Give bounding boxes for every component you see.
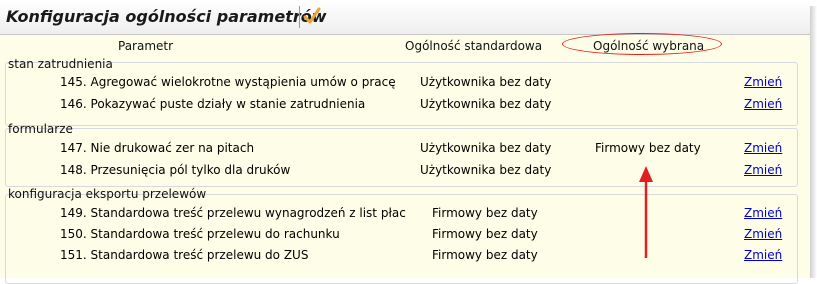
param-name: 147. Nie drukować zer na pitach — [60, 141, 255, 155]
title-bar: Konfiguracja ogólności parametrów — [0, 0, 810, 35]
group-label: formularze — [8, 122, 73, 136]
table-row: 149. Standardowa treść przelewu wynagrod… — [0, 203, 810, 223]
column-header-standard: Ogólność standardowa — [405, 39, 543, 53]
standard-value: Firmowy bez daty — [432, 227, 538, 241]
param-name: 150. Standardowa treść przelewu do rachu… — [60, 227, 340, 241]
table-row: 147. Nie drukować zer na pitach Użytkown… — [0, 138, 810, 158]
bottom-fade — [420, 262, 550, 278]
table-row: 148. Przesunięcia pól tylko dla druków U… — [0, 160, 810, 180]
standard-value: Firmowy bez daty — [432, 206, 538, 220]
change-link[interactable]: Zmień — [744, 75, 782, 89]
change-link[interactable]: Zmień — [744, 97, 782, 111]
standard-value: Użytkownika bez daty — [420, 163, 552, 177]
param-name: 148. Przesunięcia pól tylko dla druków — [60, 163, 291, 177]
table-row: 151. Standardowa treść przelewu do ZUS F… — [0, 245, 810, 265]
standard-value: Użytkownika bez daty — [420, 75, 552, 89]
param-name: 151. Standardowa treść przelewu do ZUS — [60, 248, 309, 262]
change-link[interactable]: Zmień — [744, 141, 782, 155]
check-icon[interactable] — [303, 6, 321, 26]
change-link[interactable]: Zmień — [744, 163, 782, 177]
change-link[interactable]: Zmień — [744, 248, 782, 262]
change-link[interactable]: Zmień — [744, 227, 782, 241]
highlight-ellipse — [562, 33, 722, 55]
param-name: 146. Pokazywać puste działy w stanie zat… — [60, 97, 366, 111]
table-row: 146. Pokazywać puste działy w stanie zat… — [0, 94, 810, 114]
group-label: konfiguracja eksportu przelewów — [8, 187, 207, 201]
standard-value: Użytkownika bez daty — [420, 97, 552, 111]
param-name: 149. Standardowa treść przelewu wynagrod… — [60, 206, 406, 220]
table-row: 150. Standardowa treść przelewu do rachu… — [0, 224, 810, 244]
column-header-param: Parametr — [118, 39, 174, 53]
table-row: 145. Agregować wielokrotne wystąpienia u… — [0, 72, 810, 92]
parameter-list: Parametr Ogólność standardowa Ogólność w… — [0, 35, 810, 284]
title-separator — [299, 6, 300, 28]
annotation-arrow — [639, 166, 653, 258]
window-shadow — [810, 6, 817, 278]
group-label: stan zatrudnienia — [8, 57, 113, 71]
standard-value: Użytkownika bez daty — [420, 141, 552, 155]
selected-value: Firmowy bez daty — [595, 141, 701, 155]
change-link[interactable]: Zmień — [744, 206, 782, 220]
window-title: Konfiguracja ogólności parametrów — [6, 7, 327, 26]
standard-value: Firmowy bez daty — [432, 248, 538, 262]
param-name: 145. Agregować wielokrotne wystąpienia u… — [60, 75, 396, 89]
